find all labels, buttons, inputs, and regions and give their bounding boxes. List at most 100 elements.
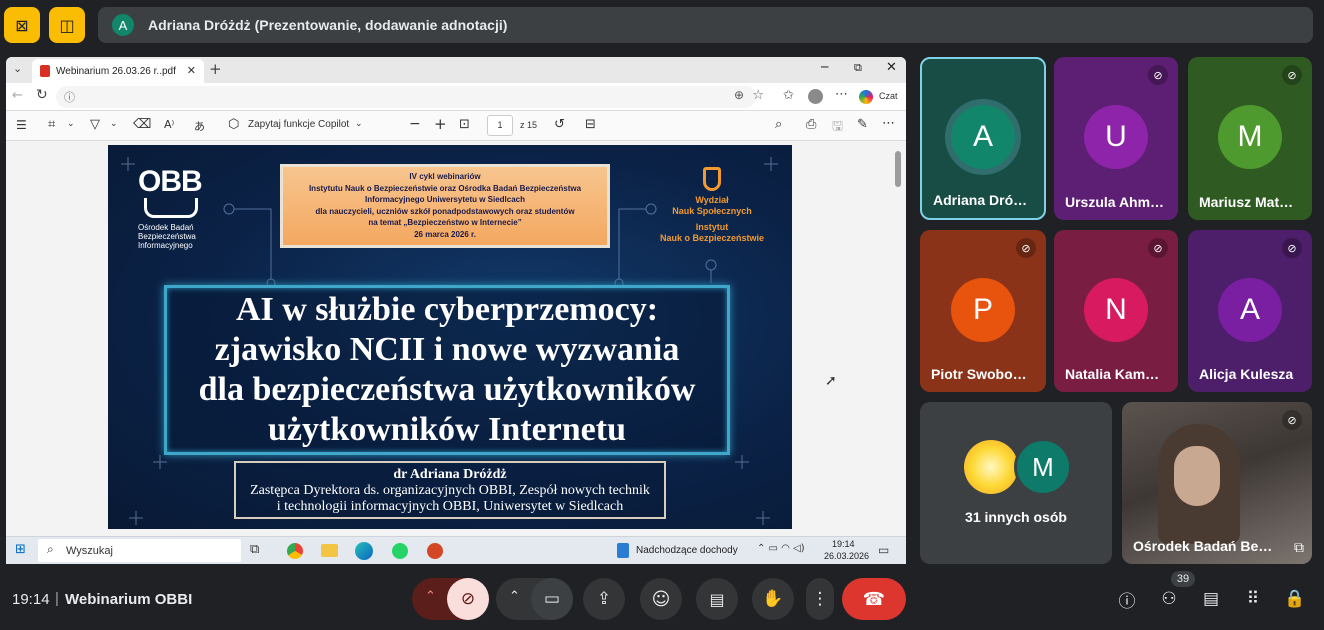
self-video-tile[interactable]: ⊘ Ośrodek Badań Be… ⧉: [1122, 402, 1312, 564]
people-icon[interactable]: ⚇: [1157, 587, 1181, 611]
slide-title-box: AI w służbie cyberprzemocy: zjawisko NCI…: [164, 285, 730, 455]
task-view-icon[interactable]: ⧉: [250, 542, 259, 557]
news-icon[interactable]: [617, 543, 629, 558]
participant-tile[interactable]: A Adriana Dró…: [920, 57, 1046, 220]
mic-options-icon[interactable]: ⌃: [425, 589, 436, 604]
mic-off-icon: ⊘: [460, 589, 476, 609]
favorites-icon[interactable]: ✩: [783, 88, 794, 103]
chevron-down-icon[interactable]: ⌄: [110, 119, 118, 129]
participant-avatar: P: [951, 278, 1015, 342]
chat-icon[interactable]: ▤: [1199, 587, 1223, 611]
participant-name: Natalia Kam…: [1065, 366, 1160, 382]
present-button[interactable]: ⇪: [583, 578, 625, 620]
webinar-banner: IV cykl webinariów Instytutu Nauk o Bezp…: [280, 164, 610, 248]
mic-off-icon: ⊘: [1282, 65, 1302, 85]
profile-icon[interactable]: [808, 89, 823, 104]
more-options-icon[interactable]: ⋯: [882, 116, 895, 131]
meeting-time: 19:14: [12, 591, 50, 608]
copilot-icon[interactable]: [859, 90, 873, 104]
eraser-icon[interactable]: ⌫: [133, 117, 151, 132]
chevron-down-icon[interactable]: ⌄: [355, 119, 363, 129]
participant-name: Adriana Dró…: [933, 192, 1028, 208]
print-icon[interactable]: ⎙: [806, 117, 816, 132]
draw-icon[interactable]: ▽: [90, 117, 100, 132]
emoji-icon: ☺: [651, 588, 671, 610]
zoom-icon[interactable]: ⊕: [734, 88, 744, 102]
faculty-line-2: Nauk Społecznych: [672, 206, 752, 216]
page-view-icon[interactable]: ⊟: [585, 117, 596, 132]
taskbar-search[interactable]: ⌕ Wyszukaj: [38, 539, 241, 562]
windows-start-icon[interactable]: ⊞: [15, 542, 26, 557]
participant-avatar: U: [1084, 105, 1148, 169]
participant-tile[interactable]: ⊘ M Mariusz Mat…: [1188, 57, 1312, 220]
sun-avatar: [964, 440, 1018, 494]
highlight-icon[interactable]: ⌗: [48, 117, 55, 132]
leave-call-button[interactable]: ☎: [842, 578, 906, 620]
copilot-feature-button[interactable]: Zapytaj funkcje Copilot: [248, 119, 349, 130]
whatsapp-icon[interactable]: [392, 543, 408, 559]
participant-tile[interactable]: ⊘ U Urszula Ahm…: [1054, 57, 1178, 220]
taskbar-notification[interactable]: Nadchodzące dochody: [636, 545, 738, 556]
camera-toggle-button[interactable]: ▭: [531, 578, 573, 620]
captions-button[interactable]: ▤: [696, 578, 738, 620]
reactions-button[interactable]: ☺: [640, 578, 682, 620]
participant-tile[interactable]: ⊘ P Piotr Swobo…: [920, 230, 1046, 392]
meeting-info-icon[interactable]: ⓘ: [1115, 587, 1139, 612]
activities-icon[interactable]: ⠿: [1241, 587, 1265, 611]
fit-page-icon[interactable]: ⊡: [459, 117, 470, 132]
minimize-icon[interactable]: ─: [821, 60, 828, 74]
presenter-avatar: A: [112, 14, 134, 36]
search-icon[interactable]: ⌕: [775, 117, 782, 132]
powerpoint-icon[interactable]: [427, 543, 443, 559]
refresh-icon[interactable]: ↻: [36, 87, 48, 103]
tray-icons[interactable]: ⌃ ▭ ◠ ◁): [757, 543, 805, 554]
picture-in-picture-icon[interactable]: ⧉: [1294, 540, 1304, 556]
close-tab-icon[interactable]: ✕: [187, 64, 196, 77]
new-tab-icon[interactable]: +: [209, 60, 222, 78]
participant-avatar: A: [1218, 278, 1282, 342]
edge-icon[interactable]: [355, 542, 373, 560]
close-window-icon[interactable]: ✕: [886, 60, 897, 75]
notifications-icon[interactable]: ▭: [878, 543, 889, 557]
institute-line-1: Instytut: [695, 222, 729, 232]
maximize-icon[interactable]: ⧉: [854, 61, 862, 75]
file-explorer-icon[interactable]: [321, 544, 338, 557]
address-bar-row: ← ↻ ⓘ ⊕ ☆ ✩ ⋯ Czat: [6, 83, 906, 111]
speaker-box: dr Adriana Dróżdż Zastępca Dyrektora ds.…: [234, 461, 666, 519]
taskbar-search-label: Wyszukaj: [66, 545, 113, 557]
back-icon[interactable]: ←: [12, 88, 23, 103]
save-as-icon[interactable]: ✎: [857, 117, 868, 132]
save-icon[interactable]: 🖫: [832, 117, 843, 139]
page-number-input[interactable]: 1: [487, 115, 513, 136]
camera-options-icon[interactable]: ⌃: [509, 589, 520, 604]
vertical-scrollbar[interactable]: [895, 151, 901, 187]
contents-icon[interactable]: ☰: [16, 118, 27, 132]
address-input[interactable]: ⓘ ⊕ ☆: [56, 86, 764, 108]
more-menu-icon[interactable]: ⋯: [835, 87, 848, 102]
zoom-in-icon[interactable]: +: [434, 115, 447, 133]
tab-actions-icon[interactable]: ⌄: [13, 62, 22, 75]
stop-presenting-button[interactable]: ⊠: [4, 7, 40, 43]
participant-tile[interactable]: ⊘ N Natalia Kam…: [1054, 230, 1178, 392]
chrome-icon[interactable]: [287, 543, 303, 559]
zoom-out-icon[interactable]: −: [409, 116, 421, 132]
copilot-feature-icon[interactable]: ⬡: [228, 117, 239, 132]
presentation-layout-button[interactable]: ◫: [49, 7, 85, 43]
camera-person-face: [1174, 446, 1220, 506]
participant-tile[interactable]: ⊘ A Alicja Kulesza: [1188, 230, 1312, 392]
chevron-down-icon[interactable]: ⌄: [67, 119, 75, 129]
browser-tabbar: ⌄ Webinarium 26.03.26 r..pdf ✕ + ─ ⧉ ✕: [6, 57, 906, 83]
host-controls-icon[interactable]: 🔒: [1283, 587, 1307, 611]
more-options-button[interactable]: ⋮: [806, 578, 834, 620]
obbi-logo: OBB Ośrodek Badań Bezpieczeństwa Informa…: [138, 167, 218, 251]
favorite-icon[interactable]: ☆: [752, 88, 764, 103]
translate-icon[interactable]: あ: [194, 118, 205, 134]
others-tile[interactable]: M 31 innych osób: [920, 402, 1112, 564]
raise-hand-button[interactable]: ✋: [752, 578, 794, 620]
browser-tab-pdf[interactable]: Webinarium 26.03.26 r..pdf ✕: [32, 59, 204, 83]
copilot-chat-label[interactable]: Czat: [879, 91, 898, 101]
read-aloud-icon[interactable]: A⁾: [164, 118, 174, 131]
site-info-icon[interactable]: ⓘ: [64, 89, 75, 105]
mic-toggle-button[interactable]: ⊘: [447, 578, 489, 620]
rotate-icon[interactable]: ↺: [554, 117, 565, 132]
